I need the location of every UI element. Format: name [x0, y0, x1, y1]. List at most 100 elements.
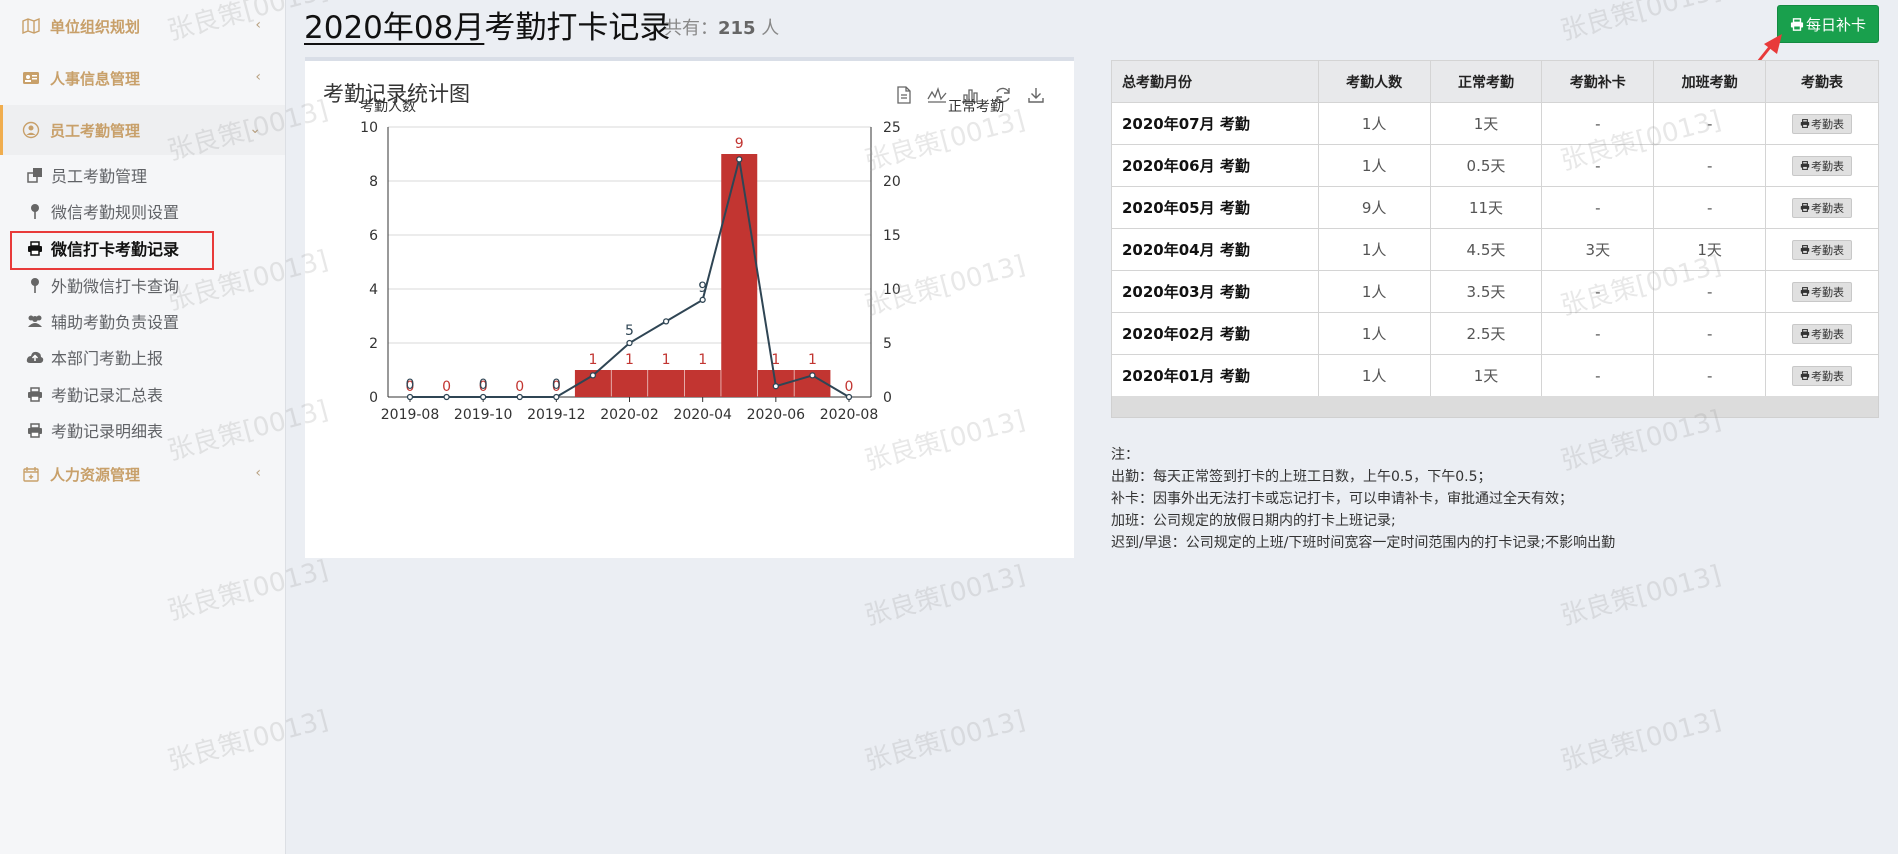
- note-line: 出勤：每天正常签到打卡的上班工日数，上午0.5，下午0.5；: [1111, 469, 1492, 485]
- x-tick-label: 2020-08: [820, 407, 879, 423]
- daily-makeup-button[interactable]: 每日补卡: [1777, 5, 1879, 43]
- notes: 注： 出勤：每天正常签到打卡的上班工日数，上午0.5，下午0.5； 补卡：因事外…: [1111, 444, 1615, 554]
- line-point: [845, 393, 853, 401]
- line-data-label: 9: [698, 280, 707, 296]
- month-cell: 2020年06月 考勤: [1111, 144, 1319, 187]
- month-cell: 2020年07月 考勤: [1111, 102, 1319, 145]
- table-cell: -: [1541, 312, 1655, 355]
- users-icon: [26, 312, 44, 330]
- calendar-plus-icon: [22, 465, 40, 483]
- line-data-label: 5: [625, 323, 634, 339]
- chart-panel: 考勤记录统计图 0 2 4 6 8 10 0 5 10 15 20 25 考勤人数 正常考勤 0 0 0 0 0 1 1…: [305, 57, 1074, 558]
- bar: [684, 370, 721, 397]
- line-data-label: 0: [552, 377, 561, 393]
- record-count: 共有：215 人: [664, 14, 779, 40]
- title-text: 考勤打卡记录: [484, 10, 671, 46]
- table-cell: 1人: [1317, 228, 1431, 271]
- attendance-table: 总考勤月份 考勤人数 正常考勤 考勤补卡 加班考勤 考勤表 2020年07月 考…: [1111, 60, 1879, 397]
- attendance-sheet-button[interactable]: 考勤表: [1792, 197, 1853, 218]
- sidebar-item-label: 考勤记录明细表: [51, 422, 164, 441]
- note-line: 加班：公司规定的放假日期内的打卡上班记录;: [1111, 513, 1396, 529]
- month-cell: 2020年01月 考勤: [1111, 354, 1319, 397]
- table-cell: 1人: [1317, 312, 1431, 355]
- print-icon: [26, 421, 44, 439]
- pin-icon: [26, 202, 44, 220]
- sidebar-item-summary[interactable]: 考勤记录汇总表: [0, 376, 285, 412]
- print-icon: [1800, 245, 1810, 254]
- attendance-sheet-button[interactable]: 考勤表: [1792, 365, 1853, 386]
- line-point: [480, 393, 487, 401]
- attendance-sheet-button[interactable]: 考勤表: [1792, 323, 1853, 344]
- id-card-icon: [22, 69, 40, 87]
- sidebar-item-dept-report[interactable]: 本部门考勤上报: [0, 339, 285, 375]
- column-header: 考勤补卡: [1541, 60, 1655, 103]
- table-cell: 0.5天: [1429, 144, 1543, 187]
- table-cell: -: [1653, 270, 1767, 313]
- bar-data-label: 0: [442, 379, 451, 395]
- table-cell: 1天: [1429, 102, 1543, 145]
- table-row: 2020年05月 考勤 9人 11天 - - 考勤表: [1111, 186, 1879, 229]
- watermark: 张良策[0013]: [861, 705, 1029, 777]
- attendance-sheet-button[interactable]: 考勤表: [1792, 155, 1853, 176]
- attendance-sheet-button[interactable]: 考勤表: [1792, 239, 1853, 260]
- column-header: 考勤表: [1765, 60, 1879, 103]
- table-cell: 9人: [1317, 186, 1431, 229]
- sidebar-item-field-query[interactable]: 外勤微信打卡查询: [0, 267, 285, 303]
- x-tick-label: 2020-06: [747, 407, 806, 423]
- sidebar-item-label: 外勤微信打卡查询: [51, 277, 180, 296]
- notes-heading: 注：: [1111, 447, 1139, 463]
- table-row: 2020年03月 考勤 1人 3.5天 - - 考勤表: [1111, 270, 1879, 313]
- sheet-cell: 考勤表: [1765, 354, 1879, 397]
- sidebar: 单位组织规划 ‹ 人事信息管理 ‹ 员工考勤管理 ⌄ 员工考勤管理 微信考勤规则…: [0, 0, 286, 854]
- note-line: 迟到/早退：公司规定的上班/下班时间宽容一定时间范围内的打卡记录;不影响出勤: [1111, 535, 1616, 551]
- attendance-sheet-button[interactable]: 考勤表: [1792, 281, 1853, 302]
- line-point: [736, 156, 743, 163]
- table-cell: 1人: [1317, 102, 1431, 145]
- sidebar-item-employee-attendance[interactable]: 员工考勤管理: [0, 157, 285, 193]
- daily-button-label: 每日补卡: [1805, 15, 1866, 34]
- table-cell: -: [1541, 354, 1655, 397]
- sidebar-item-details[interactable]: 考勤记录明细表: [0, 412, 285, 448]
- sheet-cell: 考勤表: [1765, 270, 1879, 313]
- bar-data-label: 1: [588, 352, 597, 368]
- month-link[interactable]: 2020年08月: [304, 10, 484, 46]
- sidebar-item-label: 本部门考勤上报: [51, 349, 164, 368]
- pin-icon: [26, 276, 44, 294]
- line-point: [626, 339, 633, 347]
- nav-group-label: 人力资源管理: [50, 465, 141, 484]
- x-tick-label: 2019-08: [381, 407, 440, 423]
- line-point: [662, 318, 670, 325]
- table-cell: 3.5天: [1429, 270, 1543, 313]
- table-cell: 11天: [1429, 186, 1543, 229]
- table-cell: 1人: [1317, 354, 1431, 397]
- chevron-left-icon: ‹: [255, 465, 261, 481]
- print-icon: [1800, 203, 1810, 212]
- nav-group-attendance[interactable]: 员工考勤管理 ⌄: [0, 105, 285, 155]
- y-left-tick-label: 4: [369, 282, 378, 298]
- count-prefix: 共有：: [664, 18, 718, 39]
- nav-group-hr[interactable]: 人力资源管理 ‹: [0, 449, 285, 499]
- table-cell: 2.5天: [1429, 312, 1543, 355]
- table-cell: 4.5天: [1429, 228, 1543, 271]
- sidebar-item-label: 员工考勤管理: [51, 167, 148, 186]
- sidebar-item-assist-settings[interactable]: 辅助考勤负责设置: [0, 303, 285, 339]
- clone-icon: [26, 166, 44, 184]
- sheet-cell: 考勤表: [1765, 186, 1879, 229]
- nav-group-org-planning[interactable]: 单位组织规划 ‹: [0, 1, 285, 51]
- sheet-button-label: 考勤表: [1811, 159, 1845, 173]
- bar-data-label: 1: [662, 352, 671, 368]
- nav-group-personnel[interactable]: 人事信息管理 ‹: [0, 53, 285, 103]
- line-point: [516, 393, 523, 401]
- bar: [648, 370, 685, 397]
- print-icon: [1800, 287, 1810, 296]
- column-header: 加班考勤: [1653, 60, 1767, 103]
- table-cell: 3天: [1541, 228, 1655, 271]
- attendance-sheet-button[interactable]: 考勤表: [1792, 113, 1853, 134]
- sidebar-item-wechat-rules[interactable]: 微信考勤规则设置: [0, 193, 285, 229]
- y-left-axis-label: 考勤人数: [360, 99, 416, 115]
- y-right-tick-label: 10: [883, 282, 901, 298]
- sidebar-item-label: 微信考勤规则设置: [51, 203, 180, 222]
- sheet-cell: 考勤表: [1765, 228, 1879, 271]
- line-data-label: 0: [479, 377, 488, 393]
- table-cell: 1人: [1317, 270, 1431, 313]
